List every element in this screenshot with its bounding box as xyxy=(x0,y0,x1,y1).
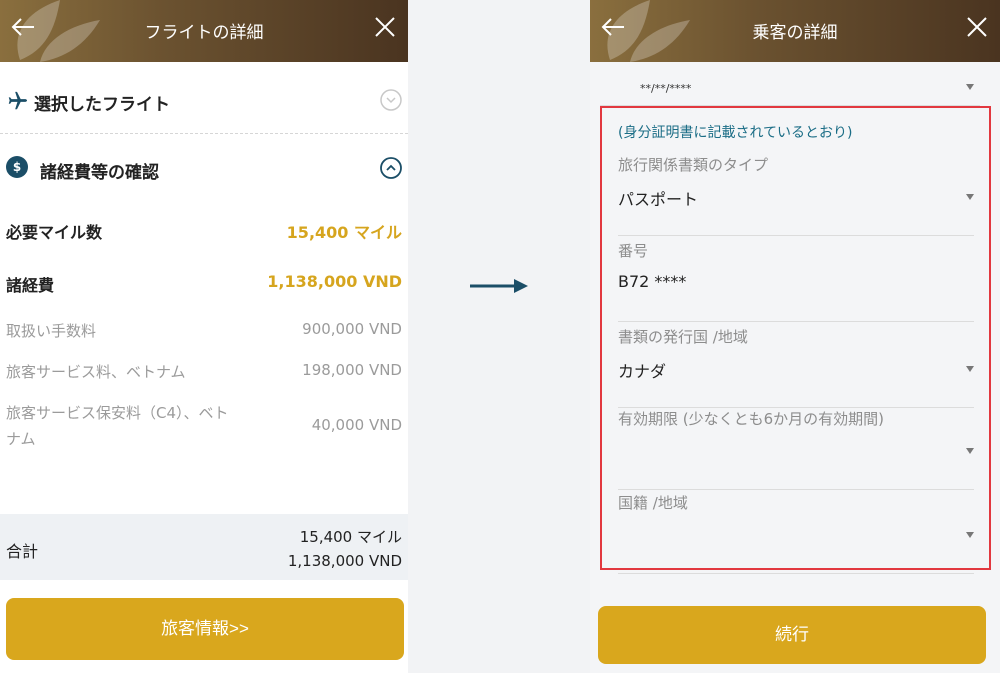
nationality-field[interactable]: 国籍 /地域 xyxy=(618,492,974,574)
field-label: 番号 xyxy=(618,242,649,260)
selected-flight-label: 選択したフライト xyxy=(34,95,170,115)
fees-section-header[interactable]: $ 諸経費等の確認 xyxy=(0,150,408,190)
page-title: 乗客の詳細 xyxy=(752,23,838,43)
breakdown-row: 旅客サービス保安料（C4）、ベト ナム 40,000 VND xyxy=(6,402,402,452)
total-miles: 15,400 マイル xyxy=(299,528,402,546)
close-icon[interactable] xyxy=(370,12,400,42)
selected-flight-row[interactable]: 選択したフライト xyxy=(0,66,408,134)
breakdown-label: 旅客サービス保安料（C4）、ベト xyxy=(6,404,229,422)
dropdown-caret-icon xyxy=(966,194,974,200)
dropdown-caret-icon xyxy=(966,366,974,372)
total-row: 合計 15,400 マイル 1,138,000 VND xyxy=(0,514,408,580)
dropdown-caret-icon xyxy=(966,84,974,90)
close-icon[interactable] xyxy=(962,12,992,42)
chevron-down-icon[interactable] xyxy=(380,89,402,111)
breakdown-label: 旅客サービス料、ベトナム xyxy=(6,363,186,381)
dollar-icon: $ xyxy=(6,156,28,178)
total-label: 合計 xyxy=(6,542,39,561)
breakdown-value: 900,000 VND xyxy=(302,320,402,338)
header-bar: 乗客の詳細 xyxy=(590,0,1000,62)
issuing-country-field[interactable]: 書類の発行国 /地域 カナダ xyxy=(618,326,974,408)
breakdown-value: 198,000 VND xyxy=(302,361,402,379)
fees-label: 諸経費 xyxy=(6,276,55,295)
page-title: フライトの詳細 xyxy=(144,23,264,43)
total-amount: 1,138,000 VND xyxy=(287,552,402,570)
field-label: 旅行関係書類のタイプ xyxy=(618,156,769,174)
breakdown-label: 取扱い手数料 xyxy=(6,322,97,340)
field-value: B72 **** xyxy=(618,272,687,291)
document-number-field[interactable]: 番号 B72 **** xyxy=(618,240,974,322)
chevron-up-icon[interactable] xyxy=(380,157,402,179)
field-label: 有効期限 (少なくとも6か月の有効期間) xyxy=(618,410,885,428)
required-miles-value: 15,400 マイル xyxy=(286,223,402,242)
date-of-birth-field[interactable]: **/**/**** xyxy=(600,66,980,106)
breakdown-label-cont: ナム xyxy=(6,430,36,448)
field-label: 書類の発行国 /地域 xyxy=(618,328,748,346)
date-of-birth-value: **/**/**** xyxy=(640,82,692,95)
required-miles-label: 必要マイル数 xyxy=(6,223,103,242)
field-value: カナダ xyxy=(618,362,667,381)
fees-section-label: 諸経費等の確認 xyxy=(40,163,159,183)
document-type-field[interactable]: 旅行関係書類のタイプ パスポート xyxy=(618,154,974,236)
highlighted-document-section: (身分証明書に記載されているとおり) 旅行関係書類のタイプ パスポート 番号 B… xyxy=(600,106,991,574)
airplane-icon xyxy=(8,91,28,110)
breakdown-value: 40,000 VND xyxy=(311,416,402,434)
field-label: 国籍 /地域 xyxy=(618,494,688,512)
continue-button[interactable]: 続行 xyxy=(598,606,986,664)
passenger-info-button[interactable]: 旅客情報>> xyxy=(6,598,404,660)
fees-value: 1,138,000 VND xyxy=(267,272,402,291)
field-value: パスポート xyxy=(618,190,699,209)
dropdown-caret-icon xyxy=(966,532,974,538)
flight-details-screen: フライトの詳細 選択したフライト $ 諸経費等の確認 必要マイル数 15,400… xyxy=(0,0,408,673)
document-note: (身分証明書に記載されているとおり) xyxy=(618,125,853,141)
dropdown-caret-icon xyxy=(966,448,974,454)
expiry-date-field[interactable]: 有効期限 (少なくとも6か月の有効期間) xyxy=(618,408,974,490)
header-bar: フライトの詳細 xyxy=(0,0,408,62)
right-arrow-icon xyxy=(470,279,528,293)
